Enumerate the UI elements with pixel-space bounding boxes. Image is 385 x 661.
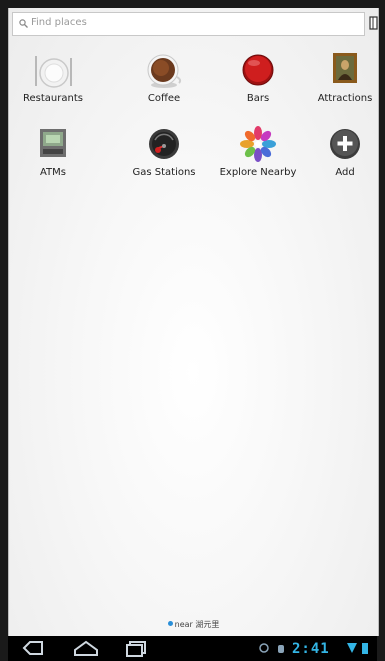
android-debug-icon xyxy=(278,645,284,653)
search-icon xyxy=(19,19,28,28)
gas-gauge-icon xyxy=(149,129,179,159)
search-bar[interactable] xyxy=(12,12,365,36)
current-location-note[interactable]: near 湖元里 xyxy=(9,619,378,630)
category-label: ATMs xyxy=(39,167,66,178)
bar-stool-icon xyxy=(242,54,274,86)
category-explore-nearby[interactable]: Explore Nearby xyxy=(213,124,303,194)
gps-icon xyxy=(259,643,269,653)
coffee-cup-icon xyxy=(147,54,182,88)
category-coffee[interactable]: Coffee xyxy=(119,50,209,120)
add-icon xyxy=(330,129,360,159)
plate-icon xyxy=(35,56,72,88)
map-icon[interactable] xyxy=(369,16,378,32)
category-atms[interactable]: ATMs xyxy=(8,124,98,194)
wifi-icon xyxy=(347,643,357,653)
category-label: Bars xyxy=(246,93,270,104)
home-icon[interactable] xyxy=(72,639,100,657)
app-screen: Restaurants Coffee Bars xyxy=(8,8,379,636)
search-input[interactable] xyxy=(31,17,331,28)
category-gas-stations[interactable]: Gas Stations xyxy=(119,124,209,194)
category-label: Coffee xyxy=(147,93,181,104)
clock: 2:41 xyxy=(292,641,330,657)
atm-icon xyxy=(40,129,66,157)
category-label: Restaurants xyxy=(23,93,83,104)
painting-icon xyxy=(333,53,357,83)
category-label: Attractions xyxy=(317,93,373,104)
category-add[interactable]: Add xyxy=(300,124,385,194)
battery-icon xyxy=(362,643,368,654)
recent-apps-icon[interactable] xyxy=(123,639,149,657)
flower-icon xyxy=(240,126,276,162)
category-restaurants[interactable]: Restaurants xyxy=(8,50,98,120)
back-icon[interactable] xyxy=(20,639,46,657)
category-label: Gas Stations xyxy=(132,167,196,178)
system-navigation-bar: 2:41 xyxy=(8,636,377,661)
category-bars[interactable]: Bars xyxy=(213,50,303,120)
category-label: Explore Nearby xyxy=(219,167,297,178)
location-dot-icon xyxy=(167,621,173,626)
category-attractions[interactable]: Attractions xyxy=(300,50,385,120)
location-text: near 湖元里 xyxy=(174,620,220,629)
category-label: Add xyxy=(335,167,355,178)
